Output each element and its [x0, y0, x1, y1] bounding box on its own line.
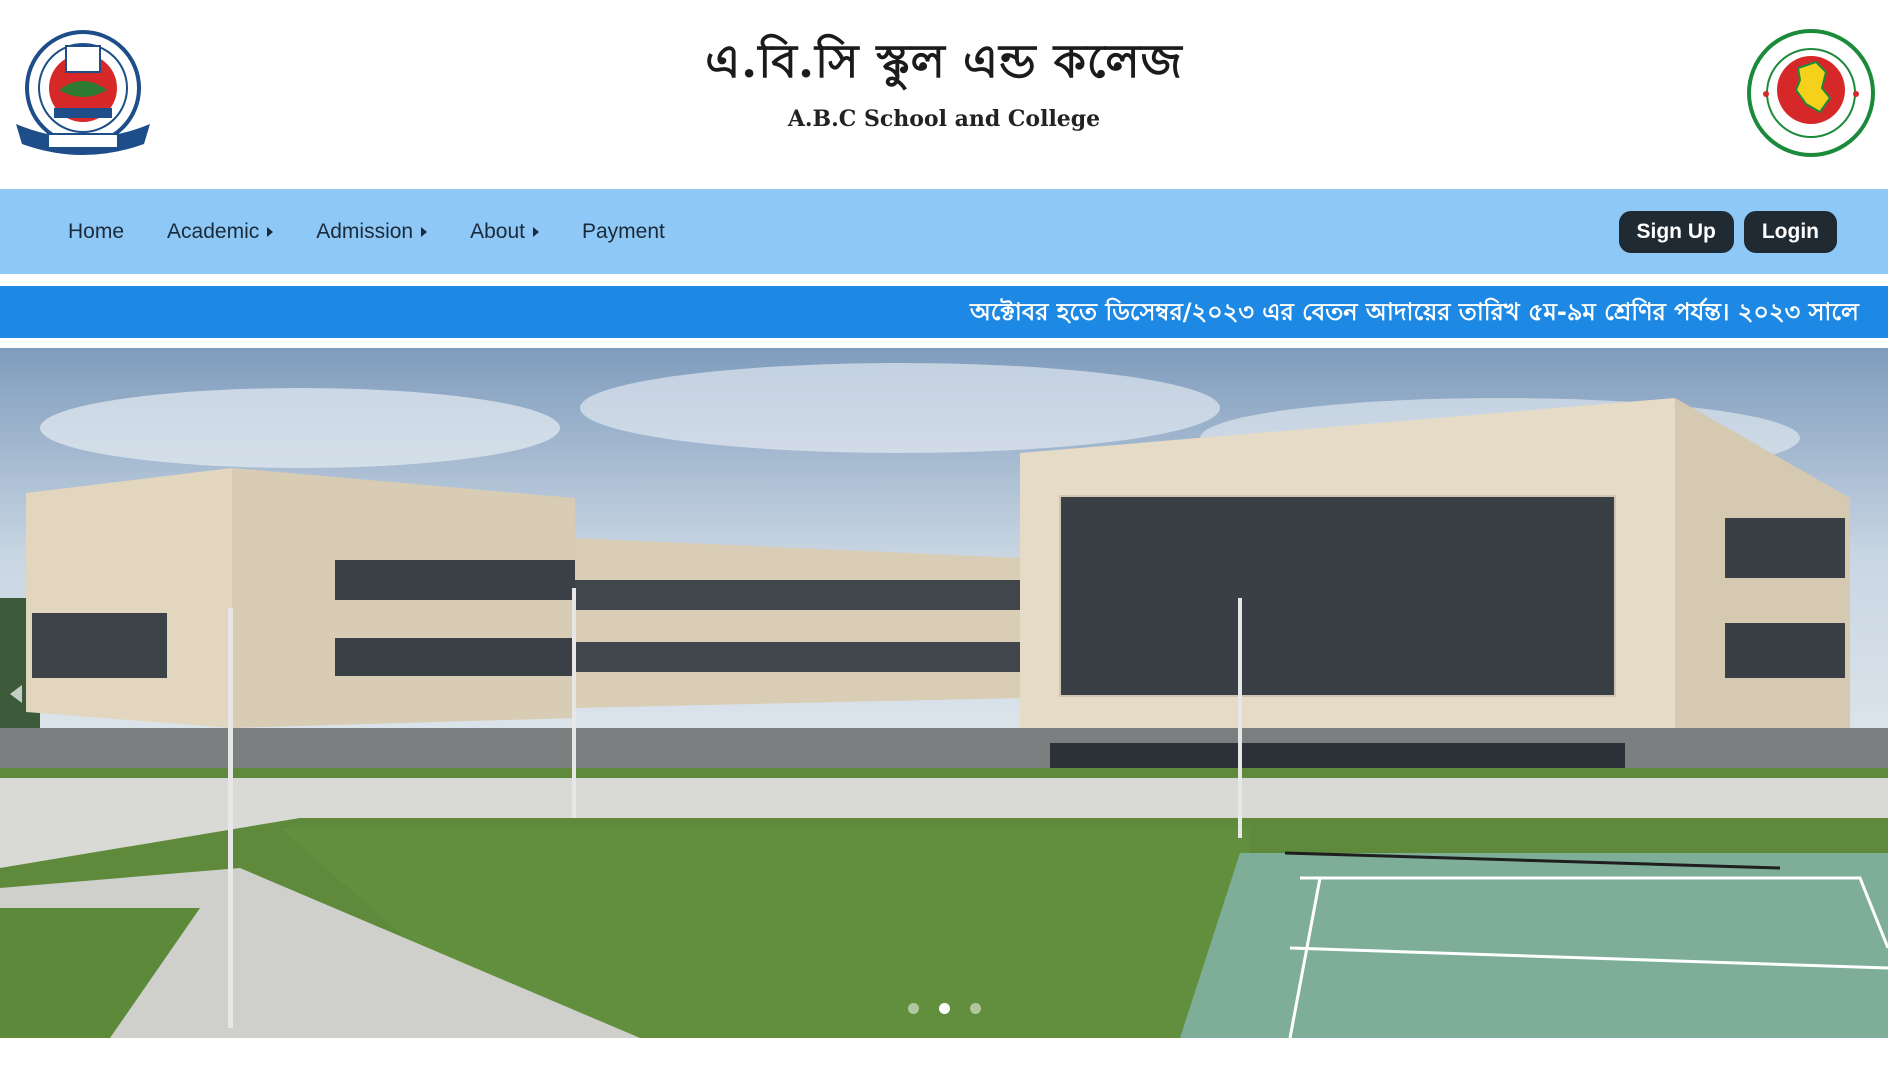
slider-dots: [0, 1003, 1888, 1014]
hero-slider[interactable]: [0, 348, 1888, 1038]
signup-button[interactable]: Sign Up: [1618, 211, 1734, 253]
notice-text[interactable]: অক্টোবর হতে ডিসেম্বর/২০২৩ এর বেতন আদায়ে…: [970, 286, 1859, 338]
auth-actions: Sign Up Login: [1609, 211, 1837, 253]
main-navbar: Home Academic Admission About Payment Si…: [0, 189, 1888, 274]
campus-photo: [0, 348, 1888, 1038]
nav-item-payment[interactable]: Payment: [582, 220, 665, 244]
caret-right-icon: [421, 226, 428, 237]
nav-item-label: About: [470, 219, 525, 243]
login-button[interactable]: Login: [1743, 211, 1837, 253]
slider-dot-active[interactable]: [938, 1003, 950, 1014]
caret-right-icon: [267, 226, 274, 237]
nav-item-label: Payment: [582, 219, 665, 243]
bangladesh-government-seal-icon[interactable]: [1746, 28, 1876, 158]
site-title-english: A.B.C School and College: [787, 106, 1101, 132]
nav-item-label: Admission: [316, 219, 414, 243]
nav-item-academic[interactable]: Academic: [167, 219, 274, 244]
caret-right-icon: [533, 226, 539, 237]
site-header: এ.বি.সি স্কুল এন্ড কলেজ A.B.C School and…: [0, 0, 1888, 188]
slider-prev-icon[interactable]: [10, 685, 22, 703]
nav-item-label: Academic: [167, 219, 260, 243]
nav-item-home[interactable]: Home: [68, 220, 124, 244]
nav-item-label: Home: [68, 219, 125, 243]
slider-dot[interactable]: [907, 1003, 919, 1014]
nav-menu: Home Academic Admission About Payment: [68, 189, 708, 274]
notice-ticker: অক্টোবর হতে ডিসেম্বর/২০২৩ এর বেতন আদায়ে…: [0, 286, 1888, 338]
nav-item-about[interactable]: About: [470, 220, 539, 244]
title-block: এ.বি.সি স্কুল এন্ড কলেজ A.B.C School and…: [0, 30, 1888, 132]
site-title-bangla: এ.বি.সি স্কুল এন্ড কলেজ: [705, 34, 1183, 88]
nav-item-admission[interactable]: Admission: [316, 219, 428, 244]
slider-dot[interactable]: [969, 1003, 981, 1014]
